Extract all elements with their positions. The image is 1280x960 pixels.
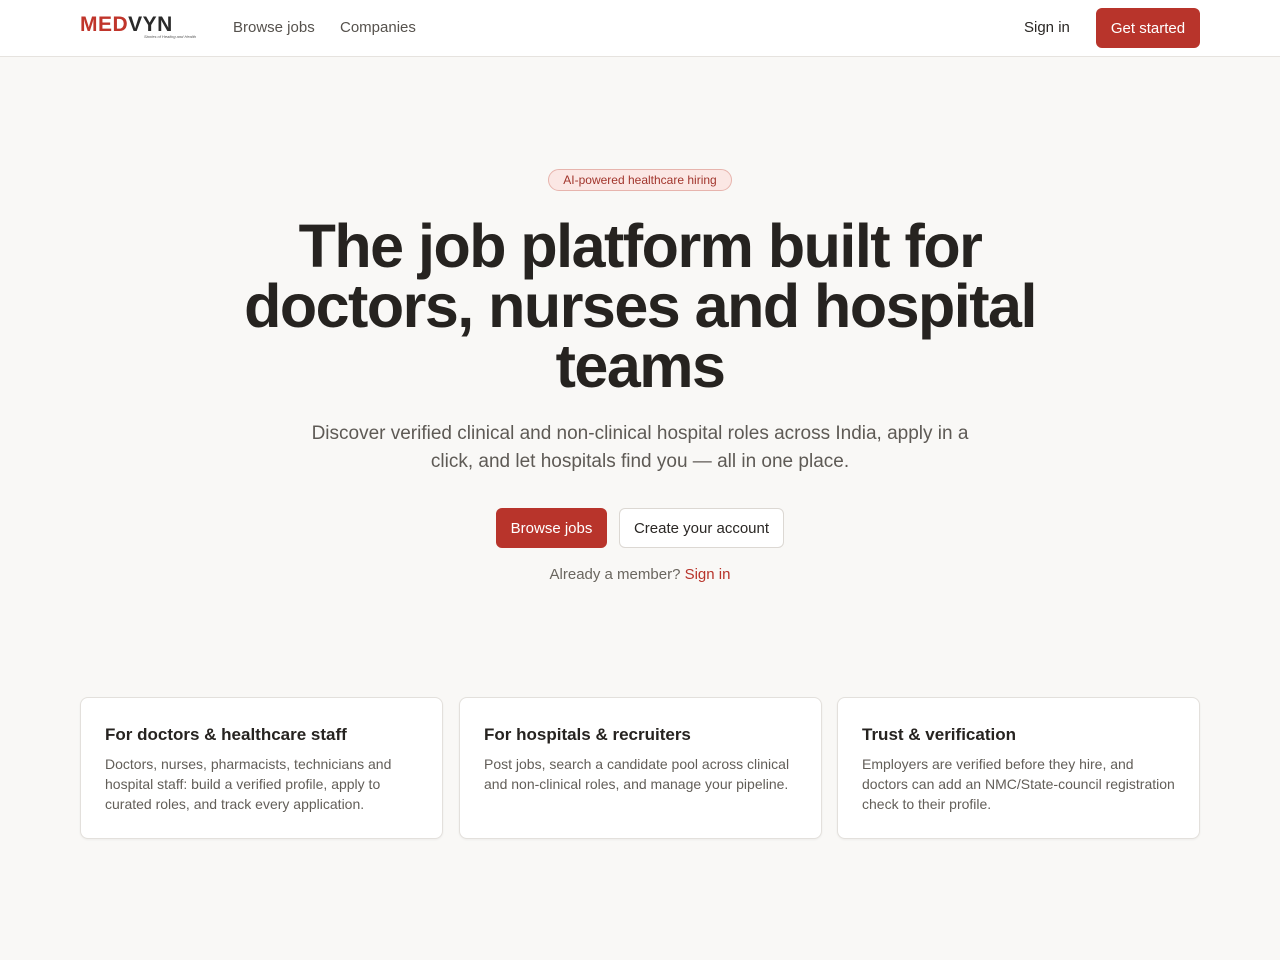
- nav-companies[interactable]: Companies: [340, 18, 416, 38]
- logo-tagline: Stories of Healing and Health: [144, 34, 197, 39]
- site-header: MEDVYN Stories of Healing and Health Bro…: [0, 0, 1280, 57]
- card-body: Doctors, nurses, pharmacists, technician…: [105, 756, 392, 812]
- feature-card-doctors: For doctors & healthcare staff Doctors, …: [80, 697, 443, 839]
- member-prompt: Already a member? Sign in: [440, 565, 840, 585]
- medvyn-logo[interactable]: MEDVYN Stories of Healing and Health: [80, 14, 200, 42]
- ai-badge: AI-powered healthcare hiring: [548, 169, 732, 191]
- card-title: Trust & verification: [862, 725, 1016, 744]
- card-title: For hospitals & recruiters: [484, 725, 691, 744]
- hero-subtitle: Discover verified clinical and non-clini…: [311, 423, 969, 472]
- feature-card-hospitals: For hospitals & recruiters Post jobs, se…: [459, 697, 822, 839]
- logo-wordmark: MEDVYN: [80, 13, 173, 36]
- member-prompt-text: Already a member?: [549, 566, 681, 583]
- card-title: For doctors & healthcare staff: [105, 725, 347, 744]
- header-sign-in-link[interactable]: Sign in: [1024, 18, 1070, 38]
- card-body: Post jobs, search a candidate pool acros…: [484, 756, 790, 792]
- hero-sign-in-link[interactable]: Sign in: [685, 566, 731, 583]
- create-account-button[interactable]: Create your account: [619, 508, 784, 548]
- card-body: Employers are verified before they hire,…: [862, 756, 1175, 812]
- browse-jobs-button[interactable]: Browse jobs: [496, 508, 607, 548]
- nav-browse-jobs[interactable]: Browse jobs: [233, 18, 315, 38]
- feature-card-trust: Trust & verification Employers are verif…: [837, 697, 1200, 839]
- get-started-button[interactable]: Get started: [1096, 8, 1200, 48]
- hero-title: The job platform built for doctors, nurs…: [244, 212, 1037, 400]
